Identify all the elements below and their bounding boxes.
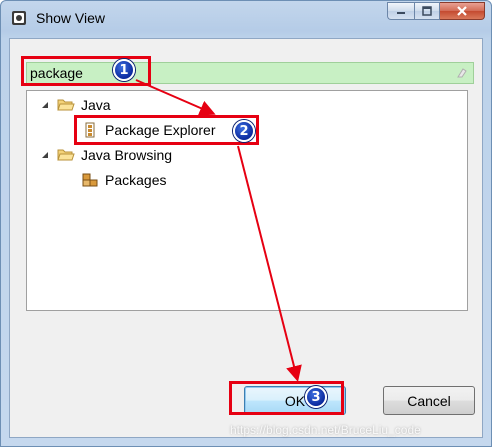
minimize-icon [397, 12, 405, 14]
filter-field[interactable] [26, 62, 474, 84]
tree-item-packages[interactable]: Packages [81, 169, 166, 191]
dialog-content: Java Package Explorer Jav [9, 38, 483, 438]
eclipse-view-icon [12, 11, 26, 25]
cancel-button[interactable]: Cancel [383, 386, 475, 415]
tree-item-label: Package Explorer [105, 122, 216, 138]
tree-item-java[interactable]: Java [41, 94, 111, 116]
package-explorer-icon [85, 122, 95, 138]
close-icon [457, 6, 467, 16]
window-title: Show View [36, 10, 106, 26]
watermark: https://blog.csdn.net/BruceLiu_code [230, 423, 421, 437]
tree-item-label: Java Browsing [81, 147, 173, 163]
tree-item-label: Packages [105, 172, 167, 188]
tree-item-java-browsing[interactable]: Java Browsing [41, 144, 172, 166]
step-1-badge: 1 [113, 59, 135, 81]
show-view-dialog: Show View package Java Package Explorer … [0, 0, 492, 447]
ok-button[interactable]: OK [244, 386, 346, 415]
expanded-arrow-icon[interactable] [41, 151, 49, 159]
caption-buttons [387, 2, 485, 20]
folder-open-icon [57, 149, 75, 161]
title-bar[interactable]: Show View [1, 1, 491, 35]
maximize-button[interactable] [414, 2, 440, 20]
tree-item-label: Java [81, 97, 111, 113]
step-3-badge: 3 [305, 386, 327, 408]
tree-item-package-explorer[interactable]: Package Explorer [81, 119, 216, 141]
packages-icon [82, 173, 98, 187]
minimize-button[interactable] [387, 2, 414, 20]
close-button[interactable] [440, 2, 485, 20]
step-2-badge: 2 [233, 120, 255, 142]
eraser-icon[interactable] [456, 67, 468, 79]
filter-input[interactable] [30, 64, 440, 82]
maximize-icon [422, 6, 432, 16]
folder-open-icon [57, 99, 75, 111]
expanded-arrow-icon[interactable] [41, 101, 49, 109]
